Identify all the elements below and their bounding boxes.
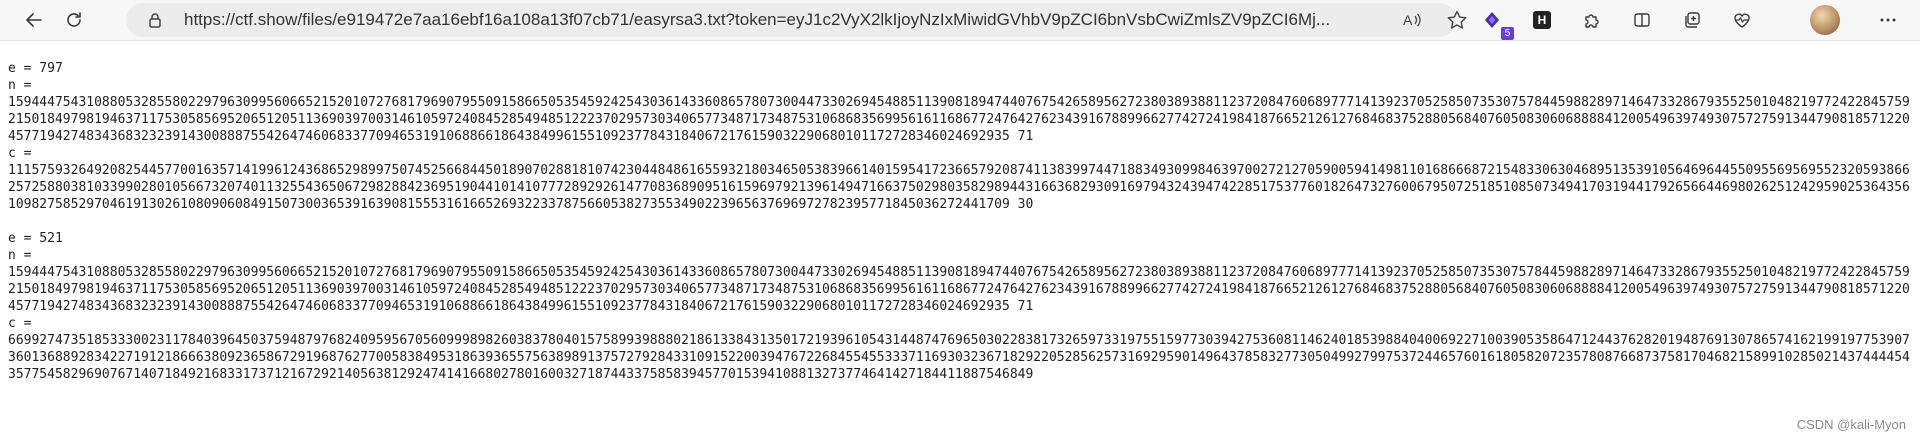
split-screen-button[interactable] — [1626, 4, 1658, 36]
back-button[interactable] — [18, 4, 50, 36]
split-screen-icon — [1634, 13, 1650, 27]
collections-button[interactable] — [1676, 4, 1708, 36]
url-text[interactable]: https://ctf.show/files/e919472e7aa16ebf1… — [184, 3, 1364, 37]
h-extension-button[interactable]: H — [1526, 4, 1558, 36]
more-button[interactable] — [1872, 4, 1904, 36]
extension-button[interactable]: 5 — [1476, 4, 1514, 40]
text-file-content: e = 797 n = 1594447543108805328558022979… — [8, 60, 1912, 383]
extension-icon — [1485, 12, 1499, 28]
c-label: c = — [8, 316, 32, 331]
e-line: e = 797 — [8, 61, 63, 76]
n-label: n = — [8, 78, 32, 93]
favorite-star-icon[interactable] — [1446, 9, 1468, 31]
n-label: n = — [8, 248, 32, 263]
n-value: 1594447543108805328558022979630995606652… — [8, 95, 1910, 144]
profile-avatar[interactable] — [1810, 5, 1840, 35]
watermark: CSDN @kali-Myon — [1796, 417, 1906, 432]
health-button[interactable] — [1726, 4, 1758, 36]
c-label: c = — [8, 146, 32, 161]
refresh-icon — [67, 12, 81, 27]
address-bar[interactable]: https://ctf.show/files/e919472e7aa16ebf1… — [126, 3, 1467, 37]
h-extension-icon: H — [1533, 11, 1551, 29]
c-value: 1115759326492082544577001635714199612436… — [8, 163, 1910, 212]
extension-badge: 5 — [1501, 27, 1514, 40]
puzzle-icon — [1585, 14, 1599, 28]
back-icon — [26, 13, 42, 27]
browser-toolbar: https://ctf.show/files/e919472e7aa16ebf1… — [0, 0, 1920, 41]
e-line: e = 521 — [8, 231, 63, 246]
c-value: 6699274735185333002311784039645037594879… — [8, 333, 1910, 382]
collections-icon — [1685, 12, 1700, 28]
n-value: 1594447543108805328558022979630995606652… — [8, 265, 1910, 314]
heart-pulse-icon — [1734, 13, 1750, 28]
refresh-button[interactable] — [58, 4, 90, 36]
read-aloud-icon[interactable]: A — [1402, 10, 1422, 30]
svg-text:A: A — [1403, 12, 1413, 28]
more-icon — [1880, 18, 1896, 22]
lock-icon[interactable] — [146, 11, 164, 29]
extensions-button[interactable] — [1576, 4, 1608, 36]
